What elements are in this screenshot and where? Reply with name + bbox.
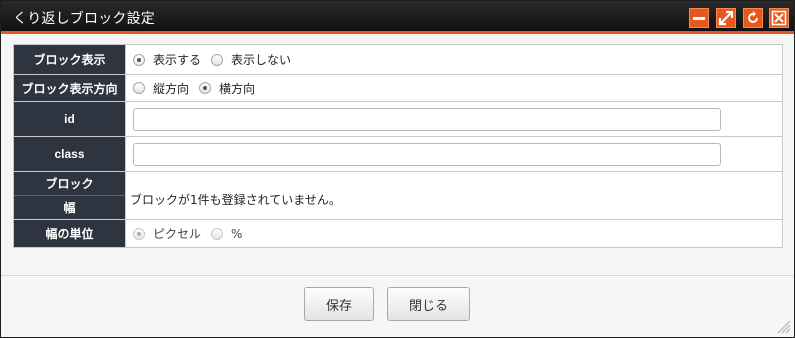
row-width-unit: 幅の単位 ピクセル % [13, 219, 783, 248]
settings-form: ブロック表示 表示する 表示しない ブロック表示方向 縦方向 横方向 id cl… [13, 44, 783, 248]
radio-label: 表示する [153, 53, 202, 67]
display-radio-group: 表示する 表示しない [133, 51, 782, 68]
radio-dot-selected[interactable] [133, 227, 145, 240]
resize-handle-icon[interactable] [773, 316, 791, 334]
row-class: class [13, 136, 783, 172]
row-block-width: ブロック 幅 ブロックが1件も登録されていません。 [13, 171, 783, 220]
radio-display-hide[interactable]: 表示しない [211, 51, 291, 68]
value-class [125, 136, 783, 172]
row-id: id [13, 101, 783, 137]
maximize-icon [718, 10, 734, 26]
radio-dot-selected[interactable] [199, 82, 212, 94]
refresh-icon [748, 11, 758, 23]
radio-unit-pixel[interactable]: ピクセル [133, 225, 201, 242]
dialog-content: ブロック表示 表示する 表示しない ブロック表示方向 縦方向 横方向 id cl… [1, 34, 794, 276]
id-input[interactable] [133, 107, 721, 131]
minimize-icon [693, 17, 705, 20]
label-block-display: ブロック表示 [13, 44, 126, 75]
row-block-direction: ブロック表示方向 縦方向 横方向 [13, 74, 783, 102]
label-block-width: ブロック 幅 [13, 171, 126, 220]
radio-dot[interactable] [133, 82, 145, 94]
dialog-titlebar[interactable]: くり返しブロック設定 [1, 1, 794, 34]
label-block-width-top: ブロック [45, 177, 94, 191]
label-block-width-bottom: 幅 [14, 195, 125, 219]
class-input[interactable] [133, 142, 721, 166]
direction-radio-group: 縦方向 横方向 [133, 80, 782, 97]
no-blocks-message: ブロックが1件も登録されていません。 [130, 193, 341, 207]
radio-label: % [231, 226, 243, 241]
label-width-unit: 幅の単位 [13, 219, 126, 248]
close-button[interactable] [769, 8, 789, 28]
radio-label: 横方向 [219, 81, 256, 96]
label-class: class [13, 136, 126, 172]
radio-dot-selected[interactable] [133, 53, 145, 66]
close-dialog-button[interactable]: 閉じる [387, 287, 470, 321]
label-block-direction: ブロック表示方向 [13, 74, 126, 102]
row-block-display: ブロック表示 表示する 表示しない [13, 44, 783, 75]
radio-label: ピクセル [153, 227, 202, 241]
radio-label: 縦方向 [153, 81, 190, 96]
radio-direction-horizontal[interactable]: 横方向 [199, 80, 255, 97]
value-block-direction: 縦方向 横方向 [125, 74, 783, 102]
radio-label: 表示しない [231, 53, 292, 67]
radio-dot[interactable] [211, 53, 224, 66]
maximize-button[interactable] [716, 8, 736, 28]
radio-direction-vertical[interactable]: 縦方向 [133, 80, 189, 97]
value-width-unit: ピクセル % [125, 219, 783, 248]
radio-unit-percent[interactable]: % [211, 227, 242, 241]
value-block-width: ブロックが1件も登録されていません。 [125, 171, 783, 220]
close-icon [771, 10, 787, 26]
dialog-title: くり返しブロック設定 [13, 11, 155, 27]
value-block-display: 表示する 表示しない [125, 44, 783, 75]
radio-dot[interactable] [211, 227, 224, 240]
label-block-width-split: ブロック 幅 [14, 172, 125, 219]
save-button[interactable]: 保存 [304, 287, 374, 321]
refresh-button[interactable] [743, 8, 763, 28]
dialog-window: くり返しブロック設定 ブロック表示 表示する 表示しない ブロック表示方向 縦方… [0, 0, 795, 338]
width-unit-radio-group: ピクセル % [133, 225, 782, 242]
radio-display-show[interactable]: 表示する [133, 51, 201, 68]
label-id: id [13, 101, 126, 137]
minimize-button[interactable] [689, 8, 709, 28]
value-id [125, 101, 783, 137]
